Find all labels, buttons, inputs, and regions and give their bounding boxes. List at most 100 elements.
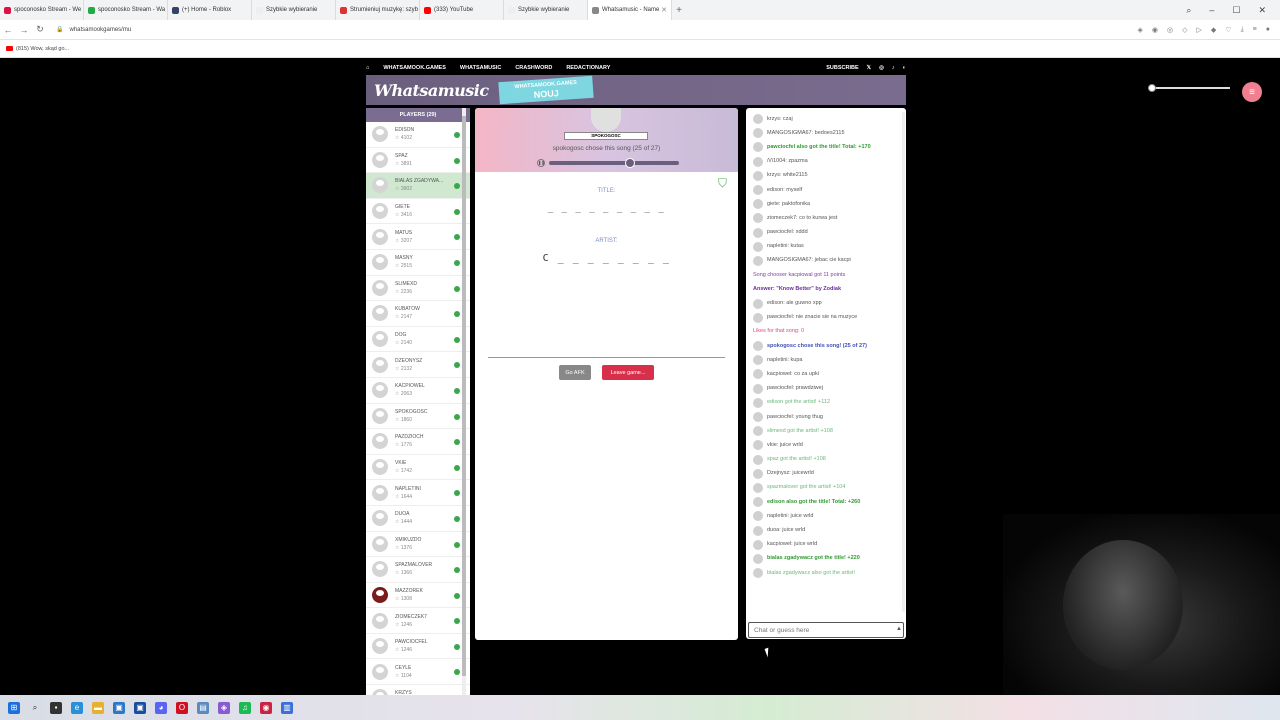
- nav-crashword[interactable]: CRASHWORD: [515, 65, 552, 71]
- player-row[interactable]: MATUS3207: [366, 224, 470, 250]
- progress-knob[interactable]: [624, 158, 635, 168]
- players-scrollbar[interactable]: [462, 108, 466, 695]
- leave-game-button[interactable]: Leave game...: [602, 365, 654, 380]
- back-icon[interactable]: ←: [0, 25, 16, 35]
- url-field[interactable]: 🔒 whatsamookgames/mu: [56, 26, 132, 34]
- player-row[interactable]: PAWCIOCFEL1246: [366, 634, 470, 660]
- player-row[interactable]: NAPLETINI1644: [366, 480, 470, 506]
- player-name: NAPLETINI: [395, 485, 421, 492]
- song-progress-bar[interactable]: [549, 158, 679, 168]
- home-icon[interactable]: ⌂: [366, 65, 369, 71]
- browser-tab[interactable]: spoconosko Stream - We: [0, 0, 84, 20]
- discord-taskbar-icon[interactable]: ◕: [155, 701, 167, 714]
- menu-icon[interactable]: ≡: [1253, 26, 1257, 34]
- tiktok-icon[interactable]: ♪: [892, 65, 895, 71]
- browser-tab[interactable]: Szybkie wybieranie: [504, 0, 588, 20]
- player-row[interactable]: MASNY2515: [366, 250, 470, 276]
- extension-icon[interactable]: ◇: [1182, 26, 1187, 34]
- volume-slider[interactable]: [1148, 84, 1230, 92]
- player-row[interactable]: CEYLE1104: [366, 659, 470, 686]
- player-name: MASNY: [395, 255, 413, 262]
- search-icon[interactable]: ⌕: [29, 702, 41, 714]
- player-row[interactable]: GIETE3416: [366, 199, 470, 225]
- player-row[interactable]: SLIMEXD2236: [366, 276, 470, 302]
- close-tab-icon[interactable]: ✕: [661, 6, 667, 14]
- forward-icon[interactable]: →: [16, 25, 32, 35]
- player-row[interactable]: VKIE1742: [366, 455, 470, 481]
- pause-icon[interactable]: ❚❚: [537, 159, 545, 167]
- url-text: whatsamookgames/mu: [69, 26, 132, 33]
- chat-scrollbar[interactable]: [902, 112, 905, 612]
- close-window-icon[interactable]: ✕: [1258, 5, 1266, 16]
- heart-icon[interactable]: ♡: [1225, 26, 1231, 34]
- volume-knob[interactable]: [1148, 84, 1156, 92]
- nav-whatsamook[interactable]: WHATSAMOOK.GAMES: [383, 65, 446, 71]
- browser-tab[interactable]: Strumieniuj muzykę: szyb: [336, 0, 420, 20]
- play-icon[interactable]: ▷: [1197, 26, 1202, 34]
- twitter-icon[interactable]: 𝕏: [867, 65, 871, 71]
- player-row[interactable]: KRZYS: [366, 685, 470, 695]
- browser-tab[interactable]: (+) Home - Roblox: [168, 0, 252, 20]
- player-row[interactable]: SPOKOGOSC1860: [366, 404, 470, 430]
- chat-message: Likes for that song: 0: [753, 325, 902, 339]
- edge-icon[interactable]: e: [71, 701, 83, 714]
- player-row[interactable]: XMIKUZDO1376: [366, 532, 470, 558]
- bookmark-item[interactable]: (815) Wow, skąd go...: [16, 46, 69, 52]
- app-icon[interactable]: ▥: [281, 701, 293, 714]
- folder-icon[interactable]: ▬: [92, 701, 104, 714]
- player-row[interactable]: ZIOMECZEK71246: [366, 608, 470, 634]
- app-icon[interactable]: ◈: [218, 701, 230, 714]
- download-icon[interactable]: ⤓: [1241, 26, 1244, 34]
- browser-tab[interactable]: Whatsamusic - Name ✕: [588, 0, 672, 20]
- profile-icon[interactable]: ●: [1266, 26, 1270, 34]
- guessed-check-icon: [454, 515, 460, 522]
- player-row[interactable]: PAZDZIOCH1776: [366, 429, 470, 455]
- extension-icon[interactable]: ◆: [1211, 26, 1216, 34]
- opera-icon[interactable]: O: [176, 701, 188, 714]
- player-row[interactable]: DOG2140: [366, 327, 470, 353]
- minimize-icon[interactable]: –: [1209, 5, 1214, 16]
- guessed-check-icon: [454, 567, 460, 574]
- scrollbar-thumb[interactable]: [462, 116, 466, 676]
- store-icon[interactable]: ▣: [113, 701, 125, 714]
- camera-icon[interactable]: ◉: [1152, 26, 1158, 34]
- player-score: 2147: [395, 313, 420, 321]
- player-row[interactable]: EDISON4102: [366, 122, 470, 148]
- subscribe-link[interactable]: SUBSCRIBE: [826, 65, 858, 71]
- go-afk-button[interactable]: Go AFK: [559, 365, 591, 380]
- tab-favicon-icon: [340, 6, 347, 14]
- site-logo[interactable]: Whatsamusic: [374, 81, 489, 100]
- nav-whatsamusic[interactable]: WHATSAMUSIC: [460, 65, 501, 71]
- player-row[interactable]: BIALAS ZGADYWA...3902: [366, 173, 470, 199]
- windows-start-icon[interactable]: ⊞: [8, 701, 20, 714]
- reload-icon[interactable]: ↻: [32, 24, 48, 35]
- maximize-icon[interactable]: ☐: [1232, 5, 1240, 16]
- player-row[interactable]: MAZZOREK1308: [366, 583, 470, 609]
- promo-banner[interactable]: WHATSAMOOK.GAMES NOUJ: [497, 75, 594, 105]
- browser-tab[interactable]: Szybkie wybieranie: [252, 0, 336, 20]
- chat-input[interactable]: [748, 622, 904, 638]
- discord-icon[interactable]: ◐: [903, 65, 906, 71]
- player-row[interactable]: SPAZ3891: [366, 148, 470, 174]
- new-tab-button[interactable]: +: [672, 5, 686, 16]
- send-icon[interactable]: ▲: [896, 626, 902, 632]
- app-icon[interactable]: ▣: [134, 701, 146, 714]
- nav-redactionary[interactable]: REDACTIONARY: [566, 65, 610, 71]
- browser-tab[interactable]: (333) YouTube: [420, 0, 504, 20]
- instagram-icon[interactable]: ◎: [879, 65, 884, 71]
- spotify-icon[interactable]: ♫: [239, 701, 251, 714]
- player-row[interactable]: KUBATOW2147: [366, 301, 470, 327]
- app-icon[interactable]: ◉: [260, 701, 272, 714]
- player-row[interactable]: DUOA1444: [366, 506, 470, 532]
- app-icon[interactable]: ▤: [197, 701, 209, 714]
- extension-icon[interactable]: ◈: [1138, 26, 1143, 34]
- extension-icon[interactable]: ◎: [1167, 26, 1173, 34]
- search-tabs-icon[interactable]: ⌕: [1186, 5, 1191, 16]
- player-row[interactable]: DZEONYSZ2132: [366, 352, 470, 378]
- player-row[interactable]: SPAZMALOVER1366: [366, 557, 470, 583]
- player-row[interactable]: KACPIOWEL2063: [366, 378, 470, 404]
- hamburger-menu-button[interactable]: ≡: [1242, 82, 1262, 102]
- tab-label: (+) Home - Roblox: [182, 7, 232, 13]
- browser-tab[interactable]: spoconosko Stream - Wa: [84, 0, 168, 20]
- task-view-icon[interactable]: ▪: [50, 701, 62, 714]
